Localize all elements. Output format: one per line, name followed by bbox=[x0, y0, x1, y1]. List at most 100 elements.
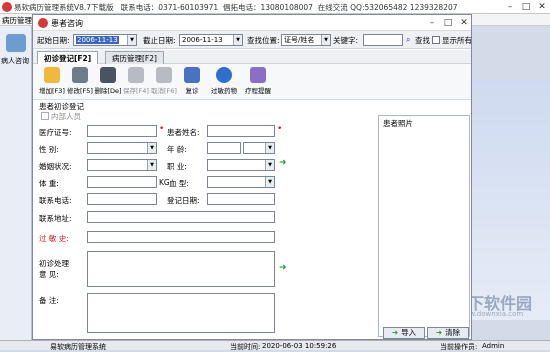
status-user-label: 当前操作员: bbox=[440, 343, 478, 351]
position-select[interactable]: 证号/姓名 ▼ bbox=[281, 34, 331, 46]
end-date-field[interactable]: 2006-11-13 ▼ bbox=[179, 34, 243, 46]
tab-first-visit[interactable]: 初诊登记[F2] bbox=[37, 51, 99, 64]
card-input[interactable] bbox=[87, 125, 157, 137]
app-title: 易软病历管理系统V8.7下载版 联系电话：0371-60103971 倡拓电话：… bbox=[14, 3, 458, 12]
add-label: 增加[F3] bbox=[39, 87, 65, 95]
revisit-button[interactable]: 复诊 bbox=[177, 67, 207, 97]
position-label: 查找位置: bbox=[247, 36, 280, 45]
start-date-field[interactable]: 2006-11-13 ▼ bbox=[73, 34, 137, 46]
treatment-label-2: 意 见: bbox=[39, 270, 59, 279]
keyword-label: 关键字: bbox=[333, 36, 359, 45]
phone-label: 联系电话: bbox=[39, 196, 72, 205]
remark-textarea[interactable] bbox=[87, 293, 275, 333]
weight-input[interactable] bbox=[87, 176, 157, 188]
chevron-down-icon[interactable]: ▼ bbox=[147, 160, 156, 170]
address-input[interactable] bbox=[87, 211, 275, 223]
clear-button[interactable]: ➜ 清除 bbox=[427, 327, 469, 339]
name-label: 患者姓名: bbox=[167, 128, 200, 137]
app-title-bar: 易软病历管理系统V8.7下载版 联系电话：0371-60103971 倡拓电话：… bbox=[0, 0, 550, 14]
age-unit-select[interactable]: ▼ bbox=[243, 142, 275, 154]
regdate-input[interactable] bbox=[207, 193, 275, 205]
dialog-maximize-icon[interactable]: □ bbox=[441, 17, 455, 29]
cancel-button[interactable]: 取消[F6] bbox=[149, 67, 179, 97]
reminder-button[interactable]: 疗程提醒 bbox=[243, 67, 273, 97]
revisit-icon bbox=[184, 67, 200, 83]
job-label: 职 业: bbox=[167, 162, 187, 171]
import-button[interactable]: ➜ 导入 bbox=[383, 327, 425, 339]
allergy-icon bbox=[216, 67, 232, 83]
internal-checkbox[interactable] bbox=[41, 112, 49, 120]
edit-button[interactable]: 修改[F5] bbox=[65, 67, 95, 97]
cancel-label: 取消[F6] bbox=[151, 87, 177, 95]
tab-records[interactable]: 病历管理[F2] bbox=[105, 51, 164, 64]
photo-panel: 患者照片 bbox=[378, 115, 470, 337]
binoculars-icon[interactable]: ⌕ bbox=[406, 35, 410, 45]
name-input[interactable] bbox=[207, 125, 275, 137]
job-select[interactable]: ▼ bbox=[207, 159, 275, 171]
sidebar-item-consult[interactable]: 病人咨询 bbox=[1, 56, 29, 66]
show-all-checkbox[interactable] bbox=[432, 36, 440, 44]
phone-input[interactable] bbox=[87, 193, 157, 205]
status-user: Admin bbox=[482, 342, 505, 350]
chevron-down-icon[interactable]: ▼ bbox=[265, 143, 274, 153]
background-decoration bbox=[470, 80, 550, 320]
arrow-right-icon: ➜ bbox=[435, 328, 443, 337]
dialog-logo-icon bbox=[38, 18, 48, 28]
marital-select[interactable]: ▼ bbox=[87, 159, 157, 171]
toolbar: 增加[F3] 修改[F5] 删除[De] 保存[F4] 取消[F6] 复诊 过敏… bbox=[33, 64, 471, 100]
allergy-input[interactable] bbox=[87, 231, 275, 243]
revisit-label: 复诊 bbox=[185, 87, 199, 95]
clear-label: 清除 bbox=[445, 328, 461, 337]
cancel-icon bbox=[156, 67, 172, 83]
chevron-down-icon[interactable]: ▼ bbox=[265, 177, 274, 187]
save-icon bbox=[128, 67, 144, 83]
internal-label: 内部人员 bbox=[51, 112, 81, 121]
status-time: 2020-06-03 10:59:26 bbox=[262, 342, 337, 350]
reminder-label: 疗程提醒 bbox=[245, 87, 271, 95]
add-button[interactable]: 增加[F3] bbox=[37, 67, 67, 97]
chevron-down-icon[interactable]: ▼ bbox=[265, 160, 274, 170]
find-button[interactable]: 查找 bbox=[415, 35, 430, 46]
blood-select[interactable]: ▼ bbox=[207, 176, 275, 188]
chevron-down-icon[interactable]: ▼ bbox=[233, 35, 242, 45]
add-treatment-icon[interactable]: ➜ bbox=[279, 263, 287, 273]
dialog-minimize-icon[interactable]: – bbox=[425, 17, 439, 29]
patient-consult-dialog: 患者咨询 – □ ✕ 起始日期: 2006-11-13 ▼ 截止日期: 2006-… bbox=[32, 14, 472, 340]
dialog-close-icon[interactable]: ✕ bbox=[457, 17, 471, 29]
start-date-label: 起始日期: bbox=[37, 36, 70, 45]
close-icon[interactable]: ✕ bbox=[534, 1, 550, 13]
chevron-down-icon[interactable]: ▼ bbox=[321, 35, 330, 45]
edit-label: 修改[F5] bbox=[67, 87, 93, 95]
gender-label: 性 别: bbox=[39, 145, 59, 154]
age-input[interactable] bbox=[207, 142, 241, 154]
chevron-down-icon[interactable]: ▼ bbox=[127, 35, 136, 45]
regdate-label: 登记日期: bbox=[167, 196, 200, 205]
treatment-label: 初诊处理 bbox=[39, 259, 69, 268]
end-date-label: 截止日期: bbox=[143, 36, 176, 45]
start-date-value: 2006-11-13 bbox=[76, 36, 119, 44]
treatment-textarea[interactable] bbox=[87, 251, 275, 287]
required-mark: • bbox=[159, 124, 165, 134]
dialog-title: 患者咨询 bbox=[51, 19, 83, 28]
add-job-icon[interactable]: ➜ bbox=[279, 158, 287, 168]
tab-bar: 初诊登记[F2] 病历管理[F2] bbox=[33, 50, 471, 64]
app-logo-icon bbox=[2, 2, 12, 12]
reminder-icon bbox=[250, 67, 266, 83]
minimize-icon[interactable]: – bbox=[502, 1, 518, 13]
maximize-icon[interactable]: □ bbox=[518, 1, 534, 13]
chevron-down-icon[interactable]: ▼ bbox=[147, 143, 156, 153]
allergy-label: 过 敏 史: bbox=[39, 234, 69, 243]
allergy-label: 过敏药物 bbox=[211, 87, 237, 95]
delete-button[interactable]: 删除[De] bbox=[93, 67, 123, 97]
required-mark: • bbox=[277, 124, 283, 134]
patient-consult-icon[interactable] bbox=[6, 34, 26, 52]
gender-select[interactable]: ▼ bbox=[87, 142, 157, 154]
card-label: 医疗证号: bbox=[39, 128, 72, 137]
keyword-input[interactable] bbox=[363, 34, 403, 46]
status-bar: 易软病历管理系统 当前时间: 2020-06-03 10:59:26 当前操作员… bbox=[0, 340, 550, 351]
allergy-button[interactable]: 过敏药物 bbox=[209, 67, 239, 97]
show-all-label: 显示所有 bbox=[442, 36, 472, 45]
import-label: 导入 bbox=[401, 328, 417, 337]
dialog-title-bar: 患者咨询 – □ ✕ bbox=[33, 15, 471, 31]
save-button[interactable]: 保存[F4] bbox=[121, 67, 151, 97]
